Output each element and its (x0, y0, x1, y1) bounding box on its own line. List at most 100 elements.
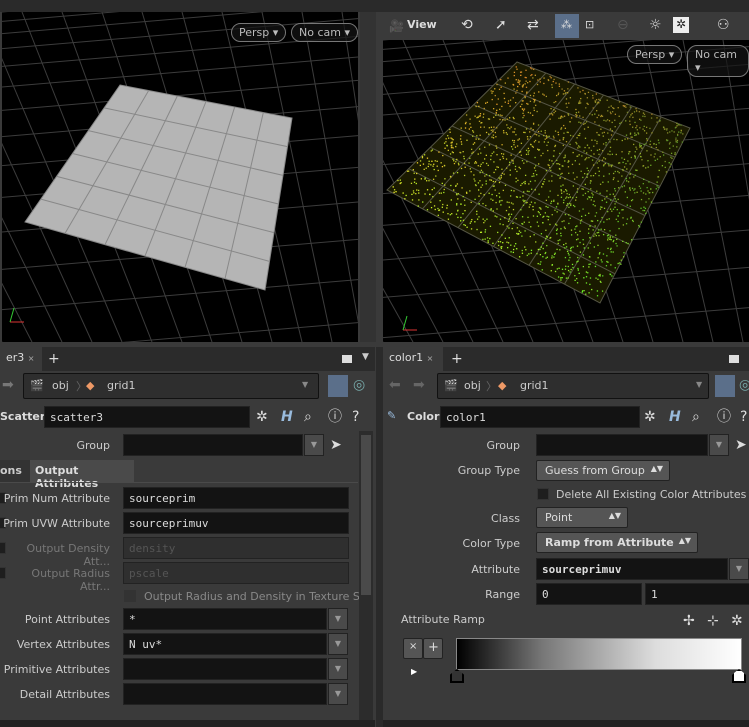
pin-button[interactable] (715, 375, 735, 397)
gear-icon[interactable]: ✲ (731, 613, 743, 629)
group-field[interactable] (536, 434, 708, 456)
detail-attributes-dropdown[interactable]: ▼ (328, 683, 348, 705)
attribute-field[interactable]: sourceprimuv (536, 558, 728, 580)
close-icon[interactable]: × (427, 354, 434, 363)
primitive-attributes-dropdown[interactable]: ▼ (328, 658, 348, 680)
gear-icon[interactable]: ✲ (644, 409, 656, 425)
display-options-icon[interactable]: ⚇ (717, 17, 730, 33)
zoom-region-icon[interactable]: ⊡ (585, 17, 594, 33)
back-icon[interactable]: ⬅ (389, 377, 401, 393)
vertex-attributes-field[interactable]: N uv* (123, 633, 327, 655)
search-icon[interactable]: ⌕ (692, 409, 700, 425)
tumble-icon[interactable]: ⟲ (461, 17, 473, 33)
range-min-field[interactable]: 0 (536, 583, 642, 605)
remove-key-button[interactable]: × (403, 638, 423, 659)
path-dropdown-icon[interactable]: ▼ (696, 380, 702, 389)
scatter-point (616, 208, 618, 211)
texture-space-checkbox[interactable] (124, 590, 136, 602)
path-node[interactable]: grid1 (520, 379, 549, 392)
ramp-key-black[interactable] (450, 669, 464, 683)
right-viewport[interactable]: Persp ▾ No cam ▾ (383, 40, 749, 342)
pin-button[interactable] (328, 375, 348, 397)
ramp-spread-icon[interactable]: ✢ (683, 613, 695, 629)
add-tab-icon[interactable]: + (451, 351, 463, 367)
link-icon[interactable]: ◎ (739, 377, 749, 393)
help-icon[interactable]: ? (740, 409, 747, 425)
color-node-icon: ✎ (387, 409, 397, 422)
path-node[interactable]: grid1 (107, 379, 136, 392)
group-type-menu[interactable]: Guess from Group ▲▼ (536, 460, 670, 481)
expand-ramp-icon[interactable]: ▶ (411, 667, 417, 676)
path-root[interactable]: obj (52, 379, 69, 392)
point-attributes-field[interactable]: * (123, 608, 327, 630)
camera-menu[interactable]: No cam ▾ (291, 23, 358, 42)
transform-icon[interactable]: ⇄ (527, 17, 539, 33)
forward-icon[interactable]: ➡ (413, 377, 425, 393)
scatter-point (603, 221, 605, 223)
close-icon[interactable]: × (28, 354, 35, 363)
pane-splitter[interactable] (376, 347, 383, 727)
select-icon[interactable]: ➚ (495, 17, 507, 33)
link-icon[interactable]: ◎ (353, 377, 365, 393)
group-dropdown[interactable]: ▼ (304, 434, 324, 456)
radius-field[interactable]: pscale (123, 562, 349, 584)
node-name-field[interactable]: color1 (440, 406, 640, 428)
persp-menu[interactable]: Persp ▾ (231, 23, 287, 42)
search-icon[interactable]: ⌕ (304, 409, 312, 425)
add-tab-icon[interactable]: + (48, 351, 60, 367)
maximize-icon[interactable] (729, 355, 739, 363)
prim-uvw-field[interactable]: sourceprimuv (123, 512, 349, 534)
scatter-point (432, 178, 435, 180)
camera-menu[interactable]: No cam ▾ (687, 45, 749, 77)
ramp-key-white[interactable] (732, 669, 746, 683)
gear-icon[interactable]: ✲ (256, 409, 268, 425)
tab-scatter3[interactable]: er3 × (0, 347, 42, 371)
gear-icon[interactable]: ✲ (673, 17, 689, 33)
tab-color1[interactable]: color1 × (383, 347, 443, 371)
path-bar[interactable]: 🎬 obj 〉 ◆ grid1 ▼ (23, 373, 319, 399)
group-field[interactable] (123, 434, 303, 456)
attribute-ramp[interactable] (456, 638, 742, 670)
attribute-dropdown[interactable]: ▼ (729, 558, 749, 580)
class-menu[interactable]: Point ▲▼ (536, 507, 628, 528)
primitive-attributes-field[interactable] (123, 658, 327, 680)
add-key-button[interactable]: + (423, 638, 443, 659)
node-name-field[interactable]: scatter3 (44, 406, 250, 428)
forward-icon[interactable]: ➡ (2, 377, 14, 393)
info-icon[interactable]: ⓘ (717, 409, 731, 425)
tab-output-attributes[interactable]: Output Attributes (30, 460, 134, 490)
ramp-flip-icon[interactable]: ⊹ (707, 613, 719, 629)
scatter-point (597, 167, 599, 169)
group-dropdown[interactable]: ▼ (709, 434, 729, 456)
prim-num-field[interactable]: sourceprim (123, 487, 349, 509)
path-root[interactable]: obj (464, 379, 481, 392)
houdini-help-icon[interactable]: H (669, 409, 681, 425)
detail-attributes-field[interactable] (123, 683, 327, 705)
panel-menu-icon[interactable]: ▼ (362, 352, 369, 362)
density-field[interactable]: density (123, 537, 349, 559)
scatter-point (496, 147, 498, 149)
point-attributes-dropdown[interactable]: ▼ (328, 608, 348, 630)
vertex-attributes-dropdown[interactable]: ▼ (328, 633, 348, 655)
left-scrollbar[interactable] (359, 431, 373, 721)
color-type-menu[interactable]: Ramp from Attribute ▲▼ (536, 532, 698, 553)
viewport-splitter[interactable] (360, 12, 376, 342)
light-icon[interactable]: ☼ (649, 17, 662, 33)
help-icon[interactable]: ? (352, 409, 359, 425)
delete-colors-checkbox[interactable] (537, 488, 549, 500)
left-viewport[interactable]: Persp ▾ No cam ▾ (2, 12, 358, 342)
scatter-point (560, 279, 562, 281)
range-max-field[interactable]: 1 (645, 583, 749, 605)
scroll-thumb[interactable] (361, 435, 371, 595)
camera-icon[interactable]: 🎥 (389, 18, 404, 34)
persp-menu[interactable]: Persp ▾ (627, 45, 683, 64)
select-arrow-icon[interactable]: ➤ (735, 437, 747, 453)
path-dropdown-icon[interactable]: ▼ (302, 380, 308, 389)
view-menu[interactable]: View (407, 18, 437, 31)
path-bar[interactable]: 🎬 obj 〉 ◆ grid1 ▼ (437, 373, 709, 399)
maximize-icon[interactable] (342, 355, 352, 363)
houdini-help-icon[interactable]: H (281, 409, 293, 425)
tab-options[interactable]: ons (0, 460, 30, 482)
select-arrow-icon[interactable]: ➤ (330, 437, 342, 453)
info-icon[interactable]: ⓘ (328, 409, 342, 425)
